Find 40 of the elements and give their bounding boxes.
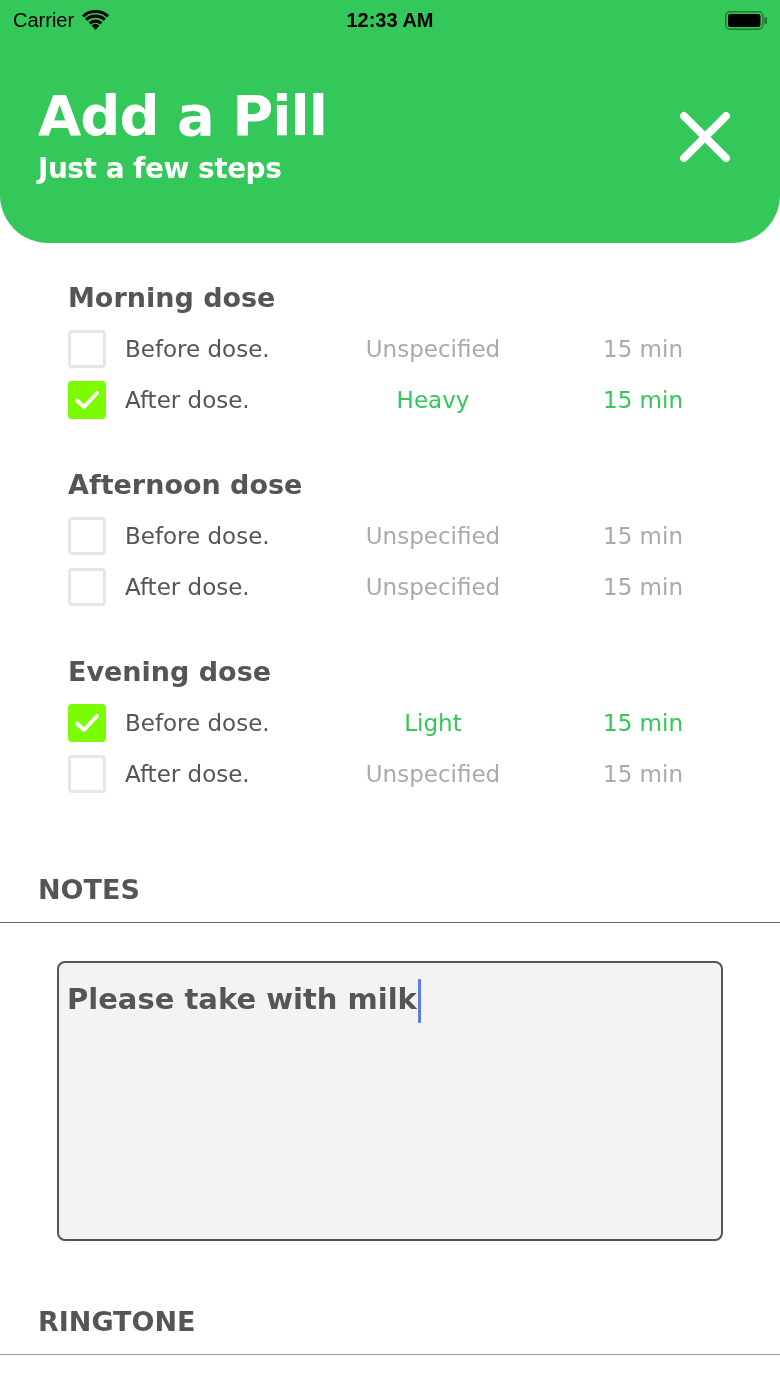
wifi-icon [82, 10, 110, 30]
close-icon [678, 110, 732, 164]
dose-amount[interactable]: Unspecified [365, 335, 501, 362]
carrier-label: Carrier [13, 8, 75, 32]
dose-option-label: Before dose. [125, 709, 270, 736]
dose-time[interactable]: 15 min [603, 522, 683, 549]
dose-amount[interactable]: Light [404, 709, 462, 736]
battery-icon [725, 10, 767, 30]
dose-option-label: After dose. [125, 573, 250, 600]
dose-amount[interactable]: Unspecified [365, 573, 501, 600]
dose-section-title: Evening dose [68, 655, 272, 689]
checkbox[interactable] [68, 516, 106, 555]
checkbox[interactable] [68, 754, 106, 793]
dose-amount[interactable]: Unspecified [365, 522, 501, 549]
page-title: Add a Pill [38, 82, 327, 150]
dose-time[interactable]: 15 min [603, 335, 683, 362]
checkbox[interactable] [68, 329, 106, 368]
dose-option-label: Before dose. [125, 522, 270, 549]
ringtone-heading: RINGTONE [38, 1305, 196, 1339]
dose-time[interactable]: 15 min [603, 573, 683, 600]
dose-option-label: After dose. [125, 760, 250, 787]
dose-amount[interactable]: Unspecified [365, 760, 501, 787]
check-icon [74, 389, 100, 410]
dose-section-title: Afternoon dose [68, 468, 303, 502]
notes-heading: NOTES [38, 873, 140, 907]
notes-field[interactable]: Please take with milk [57, 961, 723, 1241]
check-icon [74, 712, 100, 733]
checkbox[interactable] [68, 703, 106, 742]
dose-time[interactable]: 15 min [603, 709, 683, 736]
status-time: 12:33 AM [346, 8, 434, 32]
dose-time[interactable]: 15 min [603, 386, 683, 413]
close-button[interactable] [678, 110, 732, 164]
checkbox[interactable] [68, 380, 106, 419]
dose-option-label: Before dose. [125, 335, 270, 362]
dose-option-label: After dose. [125, 386, 250, 413]
dose-section-title: Morning dose [68, 281, 276, 315]
page-subtitle: Just a few steps [38, 152, 282, 186]
dose-time[interactable]: 15 min [603, 760, 683, 787]
checkbox[interactable] [68, 567, 106, 606]
dose-amount[interactable]: Heavy [396, 386, 470, 413]
